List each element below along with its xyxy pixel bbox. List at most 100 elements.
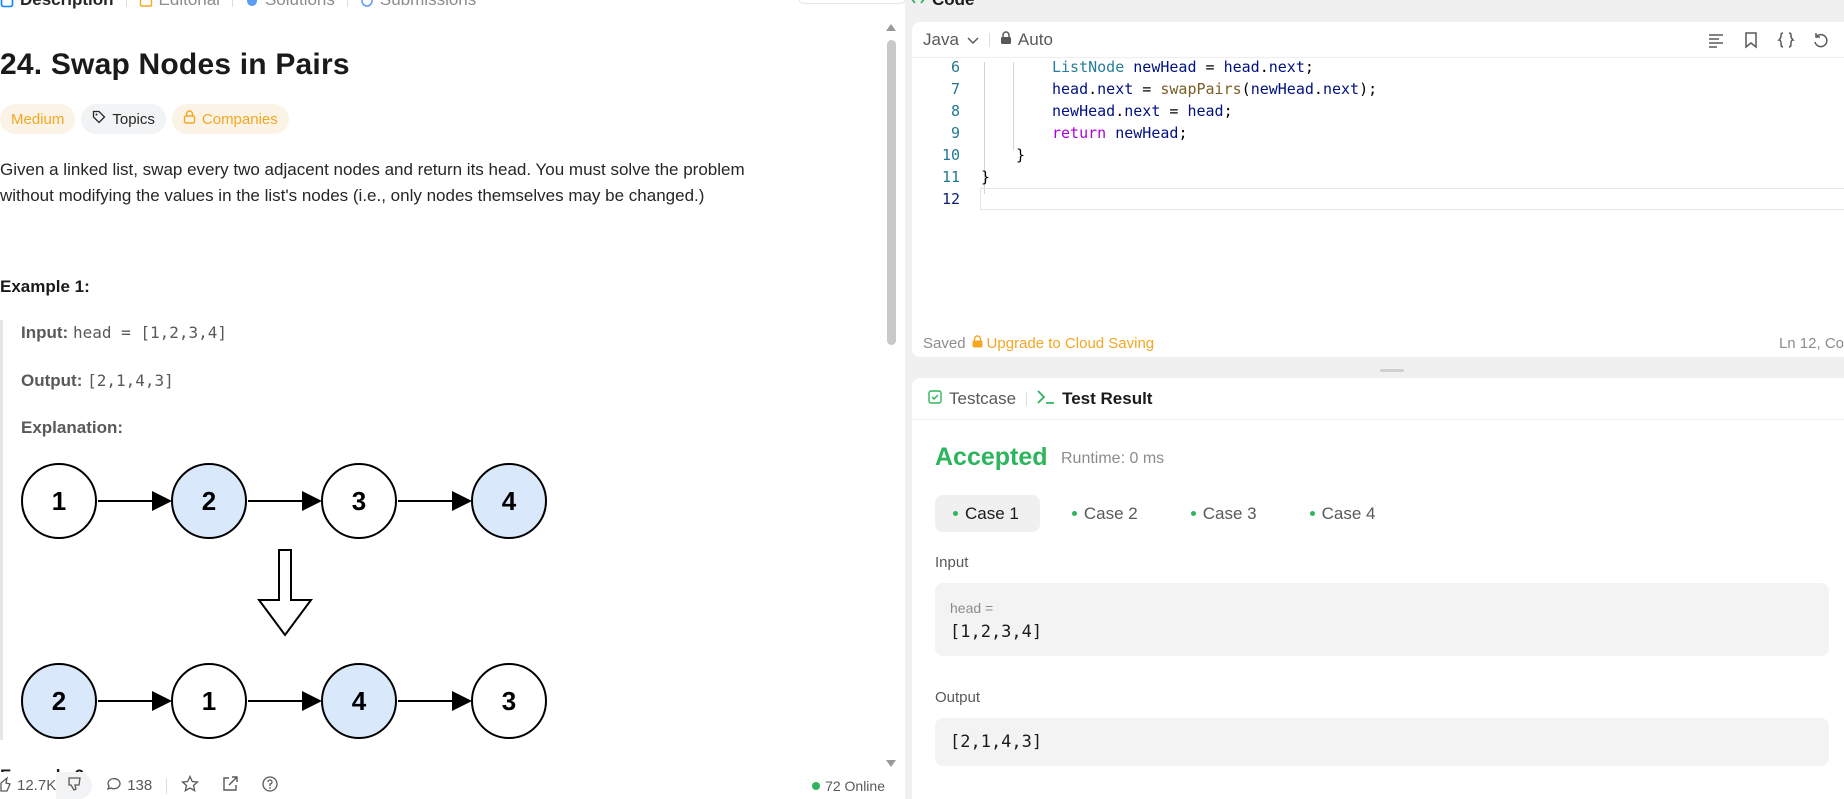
panel-resize-handle[interactable]	[1380, 369, 1404, 372]
help-button[interactable]	[261, 772, 279, 799]
list-node-label: 2	[52, 686, 66, 716]
case-tab-1[interactable]: Case 1	[935, 495, 1040, 532]
list-node-label: 4	[502, 486, 517, 516]
question-icon	[261, 775, 279, 797]
upgrade-link[interactable]: Upgrade to Cloud Saving	[972, 335, 1155, 352]
terminal-icon	[1037, 389, 1055, 409]
pass-dot-icon	[1309, 511, 1315, 516]
scroll-up-arrow[interactable]	[886, 24, 896, 31]
share-icon	[221, 775, 239, 797]
code-tab[interactable]: Code	[798, 0, 975, 10]
auto-mode-label: Auto	[1017, 29, 1053, 49]
flask-icon	[245, 0, 259, 7]
input-box: head = [1,2,3,4]	[935, 583, 1829, 656]
scroll-down-arrow[interactable]	[886, 760, 896, 767]
checkbox-icon	[928, 389, 942, 409]
companies-tag[interactable]: Companies	[171, 104, 289, 134]
description-icon	[0, 0, 14, 8]
pass-dot-icon	[1071, 511, 1077, 516]
code-text: ListNode newHead = head.next;	[1052, 58, 1314, 76]
tab-description-label: Description	[20, 0, 114, 10]
code-line: 10 }	[912, 144, 1844, 166]
comments-button[interactable]: 138	[106, 772, 152, 799]
output-value: [2,1,4,3]	[87, 371, 174, 390]
scroll-thumb[interactable]	[887, 40, 896, 345]
case-label: Case 3	[1202, 503, 1257, 523]
line-number: 7	[950, 80, 960, 98]
tab-testcase[interactable]: Testcase	[928, 389, 1016, 409]
case-tab-3[interactable]: Case 3	[1173, 495, 1278, 532]
comment-count: 138	[127, 777, 153, 794]
tab-submissions[interactable]: Submissions	[360, 0, 476, 10]
case-label: Case 2	[1083, 503, 1138, 523]
tab-solutions[interactable]: Solutions	[245, 0, 335, 10]
output-box: [2,1,4,3]	[935, 718, 1829, 766]
code-editor: Java Auto 6 ListNode newHead = head.next…	[912, 22, 1844, 357]
code-line: 8 newHead.next = head;	[912, 100, 1844, 122]
star-icon	[181, 774, 200, 797]
description-scrollbar[interactable]	[884, 22, 898, 767]
bookmark-icon[interactable]	[1742, 31, 1760, 49]
case-tab-2[interactable]: Case 2	[1054, 495, 1159, 532]
case-label: Case 4	[1321, 503, 1376, 523]
line-number: 11	[941, 168, 960, 186]
code-line: 11 }	[912, 166, 1844, 188]
code-text: head.next = swapPairs(newHead.next);	[1052, 80, 1378, 98]
tab-description[interactable]: Description	[0, 0, 114, 10]
difficulty-badge[interactable]: Medium	[0, 104, 76, 134]
example-explanation: Explanation:	[21, 418, 123, 438]
case-tab-4[interactable]: Case 4	[1292, 495, 1397, 532]
favorite-button[interactable]	[181, 772, 200, 799]
code-line: 7 head.next = swapPairs(newHead.next);	[912, 78, 1844, 100]
tab-testcase-label: Testcase	[949, 388, 1017, 408]
code-icon	[910, 0, 926, 10]
output-value: [2,1,4,3]	[950, 732, 1043, 752]
example-input: Input: head = [1,2,3,4]	[21, 323, 227, 343]
language-select[interactable]: Java	[923, 30, 979, 50]
lock-icon	[183, 110, 196, 128]
thumbs-up-icon	[0, 775, 12, 796]
toolbar-remnant	[798, 0, 906, 4]
list-node-label: 3	[352, 486, 366, 516]
tag-icon	[92, 110, 106, 128]
lock-icon	[1000, 30, 1012, 50]
left-tab-bar: Description Editorial Solutions Submissi…	[0, 0, 476, 10]
problem-title: 24. Swap Nodes in Pairs	[0, 48, 350, 81]
lock-icon	[972, 335, 983, 352]
code-text: return newHead;	[1052, 124, 1188, 142]
like-button[interactable]: 12.7K	[0, 772, 56, 799]
format-lines-icon[interactable]	[1707, 31, 1725, 49]
reset-icon[interactable]	[1812, 31, 1830, 49]
line-number: 8	[950, 102, 960, 120]
share-button[interactable]	[221, 772, 239, 799]
like-count: 12.7K	[17, 777, 57, 794]
braces-icon[interactable]	[1777, 31, 1795, 49]
dislike-button[interactable]	[56, 772, 93, 799]
case-label: Case 1	[965, 503, 1019, 523]
tab-test-result-label: Test Result	[1062, 388, 1153, 408]
chevron-down-icon	[967, 30, 979, 50]
tab-test-result[interactable]: Test Result	[1037, 389, 1152, 409]
comment-icon	[106, 776, 122, 796]
list-node-label: 2	[202, 486, 216, 516]
online-label: 72 Online	[825, 778, 885, 794]
code-line: 9 return newHead;	[912, 122, 1844, 144]
current-line-highlight	[980, 188, 1844, 210]
code-tab-label: Code	[932, 0, 975, 10]
output-section-label: Output	[935, 689, 981, 706]
companies-label: Companies	[201, 110, 278, 128]
tab-solutions-label: Solutions	[265, 0, 335, 10]
list-node-label: 3	[502, 686, 516, 716]
online-count: 72 Online	[812, 778, 885, 794]
topics-tag[interactable]: Topics	[81, 104, 166, 134]
case-tabs: Case 1 Case 2 Case 3 Case 4	[935, 495, 1397, 532]
pass-dot-icon	[953, 511, 958, 516]
result-tab-bar: Testcase Test Result	[912, 378, 1844, 420]
upgrade-label: Upgrade to Cloud Saving	[986, 335, 1155, 352]
editor-actions	[1707, 31, 1830, 49]
tab-editorial[interactable]: Editorial	[139, 0, 220, 10]
problem-tags: Medium Topics Companies	[0, 104, 289, 134]
auto-mode-toggle[interactable]: Auto	[1000, 30, 1053, 50]
test-result-panel: Testcase Test Result Accepted Runtime: 0…	[912, 378, 1844, 799]
swap-diagram: 1 2 3 4 2 1 4 3	[21, 463, 547, 739]
